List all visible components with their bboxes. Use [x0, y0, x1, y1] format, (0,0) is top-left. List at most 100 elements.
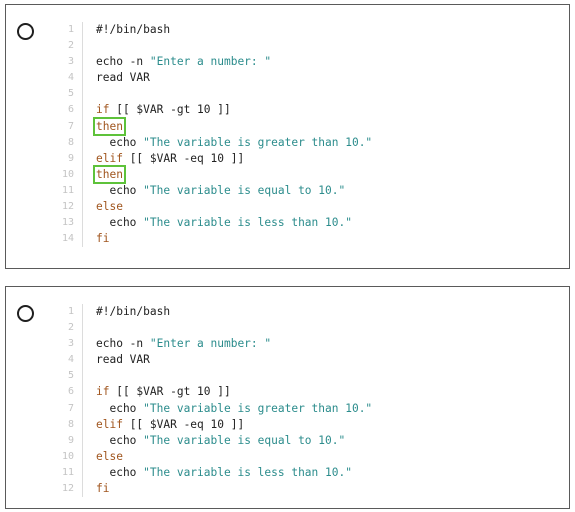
- code-snippet: 1 #!/bin/bash 2 3 echo -n "Enter a number: "…: [56, 304, 372, 498]
- line-number: 4: [67, 72, 74, 84]
- highlighted-keyword: then: [93, 164, 126, 184]
- code-token: [[ $VAR -gt 10 ]]: [109, 103, 231, 117]
- code-token: #!/bin/bash: [96, 305, 171, 318]
- code-token: echo: [96, 183, 144, 197]
- radio-button-icon[interactable]: [17, 23, 34, 40]
- gutter-divider: [82, 320, 83, 337]
- keyword-token: if: [96, 103, 110, 117]
- keyword-token: elif: [96, 417, 123, 431]
- line-number: 2: [67, 40, 74, 52]
- string-token: "The variable is greater than 10.": [143, 401, 373, 415]
- code-text: read VAR: [96, 352, 150, 368]
- code-line: 2: [56, 320, 372, 337]
- string-token: "Enter a number: ": [149, 337, 272, 351]
- line-number: 8: [67, 136, 74, 148]
- gutter-divider: [82, 231, 83, 248]
- gutter-divider: [82, 134, 83, 151]
- gutter-divider: [82, 448, 83, 465]
- code-line: 3 echo -n "Enter a number: ": [56, 336, 372, 353]
- keyword-token: fi: [96, 482, 110, 496]
- code-text: echo -n "Enter a number: ": [96, 54, 271, 70]
- code-line: 7 echo "The variable is greater than 10.…: [56, 400, 372, 417]
- keyword-token: if: [96, 385, 110, 399]
- code-text: #!/bin/bash: [96, 22, 170, 38]
- code-token: echo: [96, 465, 144, 479]
- line-number: 11: [61, 466, 74, 478]
- gutter-divider: [82, 38, 83, 55]
- line-number: 2: [67, 322, 74, 334]
- code-text: elif [[ $VAR -eq 10 ]]: [96, 417, 244, 433]
- line-number: 1: [67, 306, 74, 317]
- code-text: echo "The variable is greater than 10.": [96, 401, 372, 417]
- code-line: 3 echo -n "Enter a number: ": [56, 54, 372, 71]
- code-line: 11 echo "The variable is equal to 10.": [56, 182, 372, 200]
- gutter-divider: [82, 481, 83, 498]
- answer-option-b[interactable]: 1 #!/bin/bash 2 3 echo -n "Enter a number: "…: [5, 286, 570, 509]
- gutter-divider: [82, 86, 83, 103]
- gutter-divider: [82, 199, 83, 216]
- code-token: [[ $VAR -eq 10 ]]: [122, 417, 245, 431]
- gutter-divider: [82, 432, 83, 449]
- gutter-divider: [82, 118, 83, 135]
- gutter-divider: [82, 22, 83, 39]
- code-token: echo: [96, 135, 144, 149]
- code-line: 2: [56, 38, 372, 55]
- code-line: 5: [56, 368, 372, 385]
- line-number: 7: [67, 402, 74, 414]
- code-text: echo "The variable is equal to 10.": [96, 183, 345, 199]
- line-number: 13: [61, 217, 74, 229]
- code-text: echo -n "Enter a number: ": [96, 336, 271, 352]
- code-text: then: [93, 116, 126, 136]
- code-text: fi: [96, 231, 109, 247]
- line-number: 5: [67, 88, 74, 100]
- code-text: else: [96, 199, 123, 215]
- code-line: 9 elif [[ $VAR -eq 10 ]]: [56, 150, 372, 167]
- code-line: 6 if [[ $VAR -gt 10 ]]: [56, 384, 372, 401]
- radio-button-icon[interactable]: [17, 305, 34, 322]
- line-number: 10: [61, 168, 74, 180]
- line-number: 1: [67, 24, 74, 35]
- code-line: 6 if [[ $VAR -gt 10 ]]: [56, 102, 372, 119]
- line-number: 12: [61, 201, 74, 213]
- gutter-divider: [82, 182, 83, 200]
- gutter-divider: [82, 215, 83, 232]
- keyword-token: fi: [96, 232, 110, 246]
- gutter-divider: [82, 54, 83, 71]
- code-token: read VAR: [96, 71, 150, 85]
- line-number: 4: [67, 354, 74, 366]
- line-number: 10: [61, 450, 74, 462]
- code-line: 1 #!/bin/bash: [56, 22, 372, 39]
- line-number: 6: [67, 104, 74, 116]
- code-line: 10 else: [56, 448, 372, 465]
- gutter-divider: [82, 102, 83, 119]
- line-number: 11: [61, 184, 74, 196]
- code-token: echo: [96, 401, 144, 415]
- gutter-divider: [82, 336, 83, 353]
- keyword-token: elif: [96, 151, 123, 165]
- code-text: #!/bin/bash: [96, 304, 170, 320]
- code-token: echo -n: [96, 55, 150, 69]
- code-line: 12 fi: [56, 481, 372, 498]
- line-number: 7: [67, 120, 74, 132]
- code-text: fi: [96, 481, 109, 497]
- code-text: then: [93, 164, 126, 184]
- line-number: 9: [67, 152, 74, 164]
- gutter-divider: [82, 352, 83, 369]
- code-text: if [[ $VAR -gt 10 ]]: [96, 102, 231, 118]
- line-number: 5: [67, 370, 74, 382]
- answer-option-a[interactable]: 1 #!/bin/bash 2 3 echo -n "Enter a number: "…: [5, 4, 570, 269]
- code-text: if [[ $VAR -gt 10 ]]: [96, 384, 231, 400]
- code-text: else: [96, 449, 123, 465]
- line-number: 3: [67, 56, 74, 68]
- code-token: read VAR: [96, 353, 150, 367]
- string-token: "The variable is less than 10.": [143, 216, 352, 230]
- code-text: echo "The variable is greater than 10.": [96, 135, 372, 151]
- line-number: 9: [67, 434, 74, 446]
- code-line: 13 echo "The variable is less than 10.": [56, 215, 372, 232]
- string-token: "Enter a number: ": [149, 55, 272, 69]
- code-line: 4 read VAR: [56, 352, 372, 369]
- line-number: 14: [61, 233, 74, 245]
- code-token: [[ $VAR -gt 10 ]]: [109, 385, 231, 399]
- code-text: elif [[ $VAR -eq 10 ]]: [96, 151, 244, 167]
- code-token: [[ $VAR -eq 10 ]]: [122, 151, 245, 165]
